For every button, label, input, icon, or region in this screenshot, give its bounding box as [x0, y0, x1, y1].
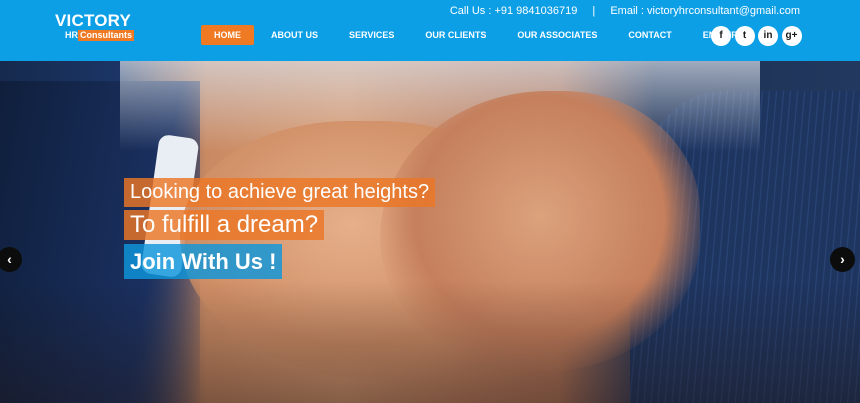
twitter-icon[interactable]: t [734, 26, 755, 46]
brand-name: VICTORY [55, 11, 132, 30]
slider-next-arrow-icon[interactable]: › [830, 247, 855, 272]
hero-caption-question: Looking to achieve great heights? [124, 178, 436, 207]
hero-image-shadow [0, 281, 860, 403]
hero-caption-dream: To fulfill a dream? [124, 210, 325, 240]
nav-contact[interactable]: CONTACT [628, 25, 671, 45]
contact-info: Call Us : +91 9841036719 | Email : victo… [450, 4, 800, 18]
nav-our-clients[interactable]: OUR CLIENTS [425, 25, 486, 45]
facebook-icon[interactable]: f [711, 26, 731, 46]
google-plus-icon[interactable]: g+ [781, 26, 802, 46]
contact-separator: | [592, 5, 596, 17]
hero-slider: Looking to achieve great heights? To ful… [0, 61, 860, 403]
email-text[interactable]: Email : victoryhrconsultant@gmail.com [610, 5, 800, 17]
nav-home[interactable]: HOME [201, 25, 254, 45]
social-links: f t in g+ [711, 26, 805, 46]
brand-sub-consultants: Consultants [78, 30, 135, 41]
brand-sub-hr: HR [65, 30, 78, 40]
linkedin-icon[interactable]: in [758, 26, 778, 46]
nav-about-us[interactable]: ABOUT US [271, 25, 318, 45]
phone-text: Call Us : +91 9841036719 [449, 5, 578, 17]
site-header: VICTORY HR Consultants Call Us : +91 984… [0, 0, 860, 61]
hero-caption-join[interactable]: Join With Us ! [124, 244, 283, 279]
nav-services[interactable]: SERVICES [349, 25, 394, 45]
brand-logo[interactable]: VICTORY HR Consultants [55, 11, 135, 45]
nav-our-associates[interactable]: OUR ASSOCIATES [517, 25, 597, 45]
main-nav: HOME ABOUT US SERVICES OUR CLIENTS OUR A… [201, 25, 774, 45]
